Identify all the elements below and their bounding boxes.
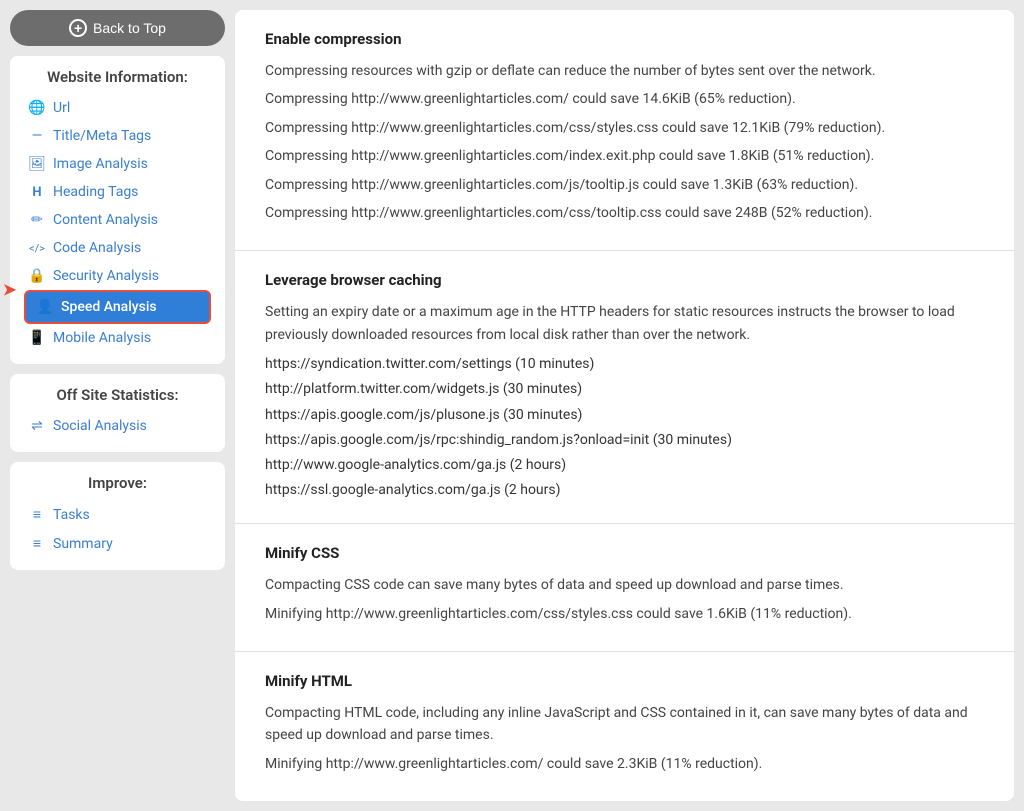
sidebar-item-speed-analysis[interactable]: 👤 Speed Analysis xyxy=(24,290,211,324)
sidebar-item-title-meta[interactable]: — Title/Meta Tags xyxy=(24,122,211,150)
back-to-top-button[interactable]: + Back to Top xyxy=(10,10,225,46)
main-content: Enable compression Compressing resources… xyxy=(235,10,1014,801)
website-info-card: Website Information: 🌐 Url — Title/Meta … xyxy=(10,56,225,364)
image-icon: 🖼 xyxy=(28,156,46,172)
sidebar-item-security-analysis[interactable]: 🔒 Security Analysis xyxy=(24,262,211,290)
improve-title: Improve: xyxy=(24,474,211,492)
sidebar-item-social-label: Social Analysis xyxy=(53,418,147,434)
minify-html-desc: Compacting HTML code, including any inli… xyxy=(265,702,984,747)
sidebar-item-content-label: Content Analysis xyxy=(53,212,158,228)
compression-item-4: Compressing http://www.greenlightarticle… xyxy=(265,174,984,196)
minify-html-item: Minifying http://www.greenlightarticles.… xyxy=(265,753,984,775)
globe-icon: 🌐 xyxy=(28,100,46,116)
caching-item-1: https://syndication.twitter.com/settings… xyxy=(265,352,984,377)
sidebar-item-content-analysis[interactable]: ✏ Content Analysis xyxy=(24,206,211,234)
summary-icon: ≡ xyxy=(28,535,46,552)
sidebar-item-summary-label: Summary xyxy=(53,536,113,552)
caching-item-2: http://platform.twitter.com/widgets.js (… xyxy=(265,377,984,402)
sidebar-item-heading-tags[interactable]: H Heading Tags xyxy=(24,178,211,206)
caching-item-4: https://apis.google.com/js/rpc:shindig_r… xyxy=(265,428,984,453)
minify-css-title: Minify CSS xyxy=(265,544,984,562)
sidebar-item-url[interactable]: 🌐 Url xyxy=(24,94,211,122)
dash-icon: — xyxy=(28,128,46,144)
minify-html-section: Minify HTML Compacting HTML code, includ… xyxy=(235,652,1014,801)
enable-compression-desc: Compressing resources with gzip or defla… xyxy=(265,60,984,82)
browser-caching-desc: Setting an expiry date or a maximum age … xyxy=(265,301,984,346)
back-to-top-label: Back to Top xyxy=(93,20,166,36)
compression-item-2: Compressing http://www.greenlightarticle… xyxy=(265,117,984,139)
offsite-card: Off Site Statistics: ⇌ Social Analysis xyxy=(10,374,225,452)
minify-css-item: Minifying http://www.greenlightarticles.… xyxy=(265,603,984,625)
sidebar-item-url-label: Url xyxy=(53,100,70,116)
sidebar-item-image-label: Image Analysis xyxy=(53,156,148,172)
compression-item-5: Compressing http://www.greenlightarticle… xyxy=(265,202,984,224)
plus-circle-icon: + xyxy=(69,19,87,37)
sidebar-item-mobile-label: Mobile Analysis xyxy=(53,330,151,346)
speedometer-icon: 👤 xyxy=(36,299,54,315)
browser-caching-section: Leverage browser caching Setting an expi… xyxy=(235,251,1014,524)
heading-icon: H xyxy=(28,185,46,200)
sidebar-item-mobile-analysis[interactable]: 📱 Mobile Analysis xyxy=(24,324,211,352)
browser-caching-title: Leverage browser caching xyxy=(265,271,984,289)
sidebar-item-security-label: Security Analysis xyxy=(53,268,159,284)
sidebar-item-summary[interactable]: ≡ Summary xyxy=(24,529,211,558)
minify-css-section: Minify CSS Compacting CSS code can save … xyxy=(235,524,1014,652)
share-icon: ⇌ xyxy=(28,418,46,434)
sidebar-item-code-label: Code Analysis xyxy=(53,240,141,256)
compression-item-1: Compressing http://www.greenlightarticle… xyxy=(265,88,984,110)
caching-item-6: https://ssl.google-analytics.com/ga.js (… xyxy=(265,478,984,503)
compression-item-3: Compressing http://www.greenlightarticle… xyxy=(265,145,984,167)
list-icon: ≡ xyxy=(28,506,46,523)
sidebar-item-code-analysis[interactable]: </> Code Analysis xyxy=(24,234,211,262)
sidebar-item-tasks-label: Tasks xyxy=(53,507,90,523)
sidebar-item-heading-label: Heading Tags xyxy=(53,184,138,200)
sidebar-item-speed-label: Speed Analysis xyxy=(61,299,157,315)
caching-item-3: https://apis.google.com/js/plusone.js (3… xyxy=(265,403,984,428)
caching-item-5: http://www.google-analytics.com/ga.js (2… xyxy=(265,453,984,478)
sidebar-item-tasks[interactable]: ≡ Tasks xyxy=(24,500,211,529)
speed-analysis-wrapper: 👤 Speed Analysis xyxy=(24,290,211,324)
pencil-icon: ✏ xyxy=(28,212,46,228)
enable-compression-title: Enable compression xyxy=(265,30,984,48)
offsite-title: Off Site Statistics: xyxy=(24,386,211,404)
code-icon: </> xyxy=(28,242,46,255)
mobile-icon: 📱 xyxy=(28,330,46,346)
sidebar: + Back to Top Website Information: 🌐 Url… xyxy=(0,0,235,811)
website-info-title: Website Information: xyxy=(24,68,211,86)
lock-icon: 🔒 xyxy=(28,268,46,284)
sidebar-item-social-analysis[interactable]: ⇌ Social Analysis xyxy=(24,412,211,440)
sidebar-item-image-analysis[interactable]: 🖼 Image Analysis xyxy=(24,150,211,178)
sidebar-item-title-meta-label: Title/Meta Tags xyxy=(53,128,151,144)
minify-html-title: Minify HTML xyxy=(265,672,984,690)
improve-card: Improve: ≡ Tasks ≡ Summary xyxy=(10,462,225,570)
enable-compression-section: Enable compression Compressing resources… xyxy=(235,10,1014,251)
minify-css-desc: Compacting CSS code can save many bytes … xyxy=(265,574,984,596)
